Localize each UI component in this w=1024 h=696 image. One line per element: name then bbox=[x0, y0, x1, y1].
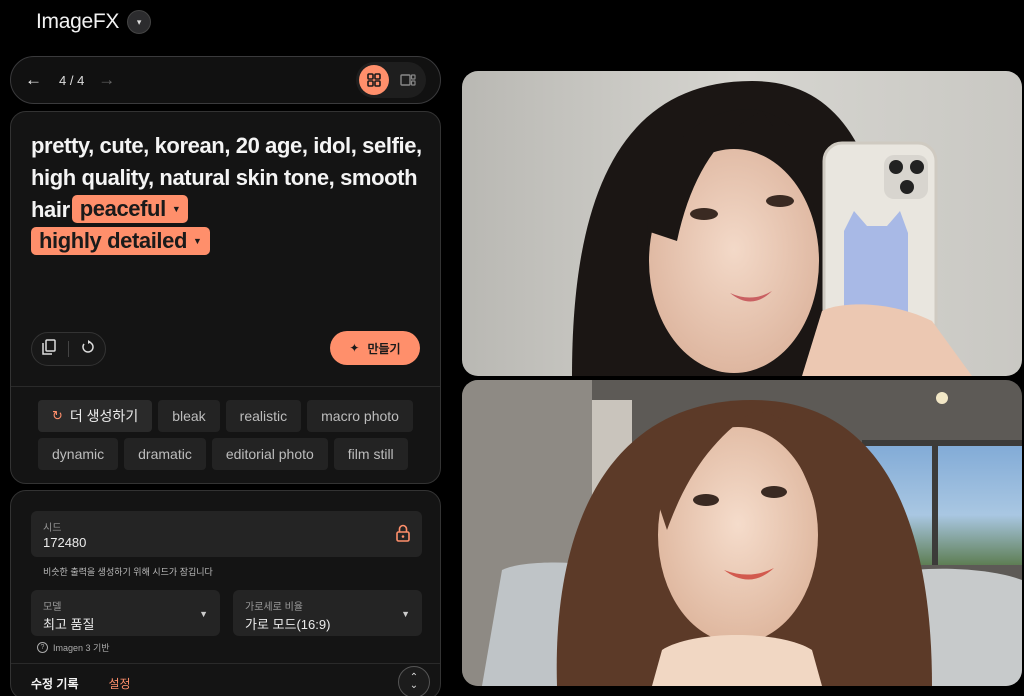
refresh-icon: ↻ bbox=[52, 408, 63, 423]
grid-view-button[interactable] bbox=[359, 65, 389, 95]
lock-icon bbox=[396, 524, 410, 542]
expand-icon: ⌃ ⌄ bbox=[409, 672, 419, 691]
seed-field[interactable]: 시드 172480 bbox=[31, 511, 422, 557]
aspect-ratio-label: 가로세로 비율 bbox=[245, 602, 303, 613]
image-navigation-bar: ← 4 / 4 → bbox=[10, 56, 441, 104]
generate-more-label: 더 생성하기 bbox=[69, 408, 139, 424]
suggestion-chip-macro-photo[interactable]: macro photo bbox=[307, 400, 413, 432]
app-menu-button[interactable]: ▾ bbox=[127, 10, 152, 34]
prompt-tools bbox=[31, 332, 106, 366]
tab-settings[interactable]: 설정 bbox=[109, 675, 131, 692]
grid-icon bbox=[367, 73, 381, 87]
prompt-chip-peaceful[interactable]: peaceful ▼ bbox=[71, 195, 189, 224]
copy-button[interactable] bbox=[42, 338, 56, 360]
seed-hint: 비슷한 출력을 생성하기 위해 시드가 잠깁니다 bbox=[43, 567, 213, 577]
prompt-editor[interactable]: pretty, cute, korean, 20 age, idol, self… bbox=[31, 130, 426, 258]
chip-label: highly detailed bbox=[39, 228, 188, 254]
model-select[interactable]: 모델 최고 품질 ▼ bbox=[31, 590, 220, 636]
arrow-right-icon: → bbox=[98, 70, 116, 89]
seed-value: 172480 bbox=[43, 535, 87, 550]
chevron-down-icon: ▼ bbox=[171, 204, 181, 215]
generated-image-2[interactable] bbox=[462, 380, 1022, 686]
previous-button[interactable]: ← bbox=[25, 70, 45, 90]
generated-image-1[interactable] bbox=[462, 71, 1022, 376]
suggestion-chip-dynamic[interactable]: dynamic bbox=[38, 438, 119, 470]
reset-icon bbox=[82, 339, 94, 353]
seed-lock-button[interactable] bbox=[396, 524, 410, 547]
app-header: ImageFX ▾ bbox=[36, 10, 152, 34]
reset-button[interactable] bbox=[81, 339, 95, 359]
suggestion-chip-realistic[interactable]: realistic bbox=[225, 400, 302, 432]
copy-icon bbox=[42, 338, 56, 355]
chevron-down-icon: ▼ bbox=[199, 609, 208, 619]
sparkle-icon: ✦ bbox=[349, 341, 360, 355]
single-view-button[interactable] bbox=[393, 65, 423, 95]
divider bbox=[68, 341, 69, 357]
suggestion-chip-film-still[interactable]: film still bbox=[333, 438, 408, 470]
seed-label: 시드 bbox=[43, 523, 62, 534]
model-label: 모델 bbox=[43, 602, 62, 613]
chip-label: peaceful bbox=[79, 196, 166, 222]
prompt-chip-highly-detailed[interactable]: highly detailed ▼ bbox=[31, 227, 210, 256]
prompt-card: pretty, cute, korean, 20 age, idol, self… bbox=[10, 111, 441, 484]
arrow-left-icon: ← bbox=[25, 70, 42, 89]
divider bbox=[11, 386, 440, 387]
suggestion-chips: ↻ 더 생성하기 bleak realistic macro photo dyn… bbox=[38, 400, 428, 470]
model-note-text: Imagen 3 기반 bbox=[53, 643, 110, 653]
model-value: 최고 품질 bbox=[43, 617, 95, 632]
settings-tabs: 수정 기록 설정 bbox=[31, 675, 131, 692]
expand-button[interactable]: ⌃ ⌄ bbox=[398, 666, 430, 696]
model-note: ? Imagen 3 기반 bbox=[37, 641, 110, 654]
help-icon[interactable]: ? bbox=[37, 642, 48, 653]
single-view-icon bbox=[400, 74, 416, 86]
tab-history[interactable]: 수정 기록 bbox=[31, 675, 79, 692]
chevron-down-icon: ▼ bbox=[401, 609, 410, 619]
aspect-ratio-value: 가로 모드(16:9) bbox=[245, 617, 331, 632]
suggestion-chip-dramatic[interactable]: dramatic bbox=[124, 438, 206, 470]
chevron-down-icon: ▾ bbox=[136, 16, 142, 27]
next-button[interactable]: → bbox=[98, 70, 118, 90]
generated-image-1-picture bbox=[462, 71, 1022, 376]
view-toggle bbox=[356, 62, 426, 98]
app-title: ImageFX bbox=[36, 10, 120, 33]
generated-image-2-picture bbox=[462, 380, 1022, 686]
image-counter: 4 / 4 bbox=[59, 72, 85, 88]
chevron-down-icon: ▼ bbox=[193, 236, 202, 247]
make-button-label: 만들기 bbox=[367, 341, 401, 356]
divider bbox=[11, 663, 440, 664]
settings-card: 시드 172480 비슷한 출력을 생성하기 위해 시드가 잠깁니다 모델 최고… bbox=[10, 490, 441, 696]
generate-more-button[interactable]: ↻ 더 생성하기 bbox=[38, 400, 153, 432]
make-button[interactable]: ✦ 만들기 bbox=[330, 331, 420, 365]
suggestion-chip-bleak[interactable]: bleak bbox=[158, 400, 220, 432]
suggestion-chip-editorial-photo[interactable]: editorial photo bbox=[211, 438, 328, 470]
aspect-ratio-select[interactable]: 가로세로 비율 가로 모드(16:9) ▼ bbox=[233, 590, 422, 636]
